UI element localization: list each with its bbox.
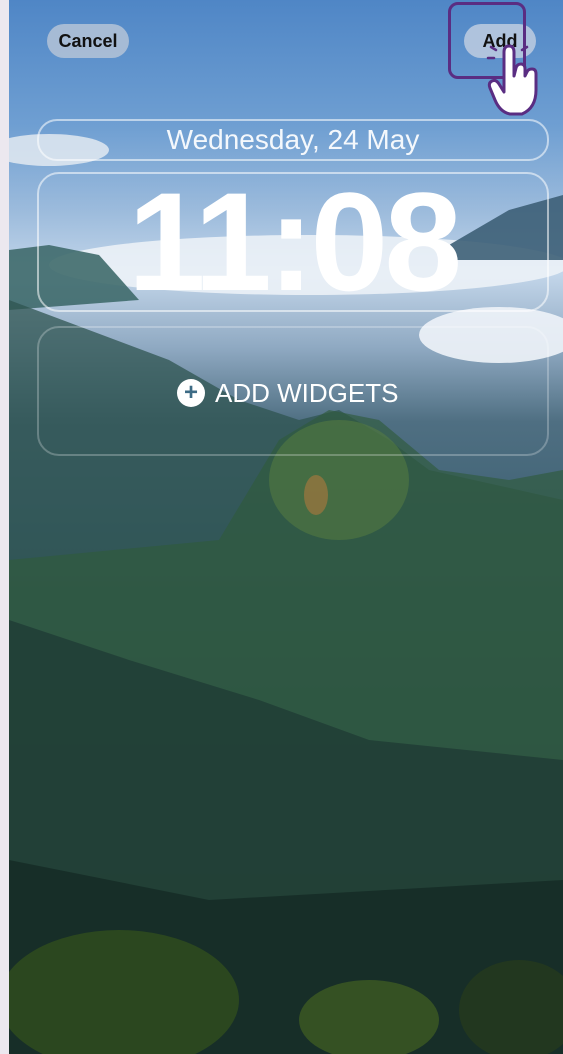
plus-circle-icon: +: [177, 379, 205, 407]
date-text: Wednesday, 24 May: [166, 124, 420, 155]
cancel-button-label: Cancel: [58, 30, 118, 51]
add-widgets-button[interactable]: + ADD WIDGETS: [177, 377, 398, 409]
lock-screen-editor: Cancel Add Wednesday, 24 May 11:08 + ADD…: [9, 0, 563, 1054]
hand-pointer-icon: [486, 44, 538, 116]
cancel-button[interactable]: Cancel: [47, 24, 129, 58]
time-text: 11:08: [127, 163, 462, 320]
add-widgets-label: ADD WIDGETS: [215, 377, 399, 408]
date-display[interactable]: Wednesday, 24 May: [37, 119, 549, 161]
clock-display[interactable]: 11:08: [37, 172, 549, 312]
